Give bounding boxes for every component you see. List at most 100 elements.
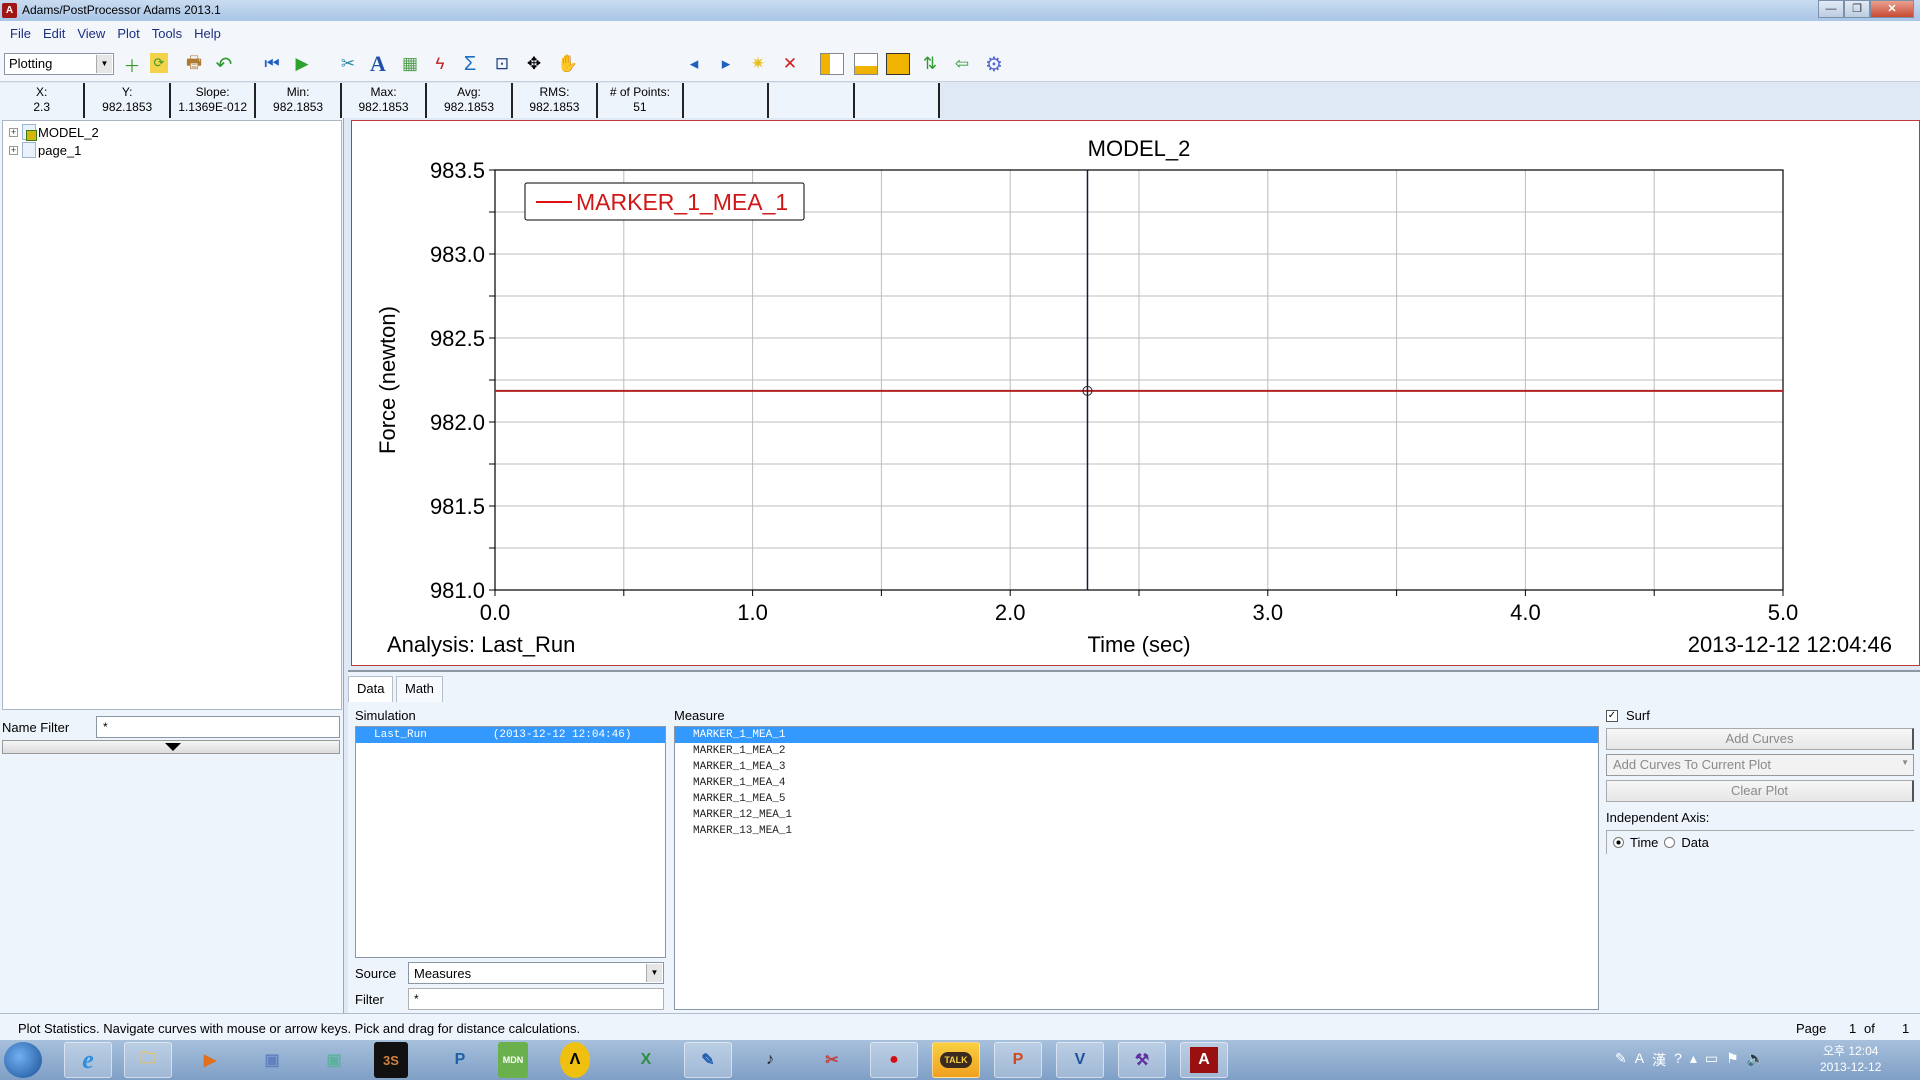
ime-icon[interactable]: ✎ [1615, 1050, 1627, 1070]
settings-gear-icon[interactable]: ⚙ [982, 53, 1006, 76]
file-explorer-icon[interactable]: 🗀 [124, 1042, 172, 1078]
mdn-app-icon[interactable]: MDN [498, 1042, 528, 1078]
expand-icon[interactable]: + [9, 145, 18, 155]
media-player-icon[interactable]: ▶ [186, 1042, 234, 1078]
powerpoint-icon[interactable]: P [994, 1042, 1042, 1078]
tree-item-model[interactable]: + MODEL_2 [9, 123, 99, 141]
print-icon[interactable]: 🖶 [182, 53, 206, 75]
delete-page-icon[interactable]: ✕ [778, 53, 802, 75]
tools-icon[interactable]: ✂ [336, 53, 360, 75]
kakaotalk-icon[interactable]: TALK [932, 1042, 980, 1078]
restore-button[interactable]: ❐ [1844, 0, 1870, 18]
name-filter-input[interactable]: * [96, 716, 340, 738]
menu-tools[interactable]: Tools [146, 26, 188, 41]
layout-full-icon[interactable] [886, 53, 910, 75]
menu-view[interactable]: View [71, 26, 111, 41]
undo-icon[interactable]: ↶ [212, 53, 236, 76]
tree-item-page[interactable]: + page_1 [9, 141, 81, 159]
pan-hand-icon[interactable]: ✋ [556, 53, 580, 75]
time-radio[interactable] [1613, 837, 1624, 848]
measure-item[interactable]: MARKER_1_MEA_3 [675, 759, 1598, 775]
menu-edit[interactable]: Edit [37, 26, 71, 41]
add-curves-button[interactable]: Add Curves [1606, 728, 1914, 750]
measure-item[interactable]: MARKER_1_MEA_4 [675, 775, 1598, 791]
recorder-app-icon[interactable]: ● [870, 1042, 918, 1078]
refresh-icon[interactable]: ⟳ [150, 53, 168, 73]
surf-checkbox-row[interactable]: ✓ Surf [1606, 708, 1650, 723]
add-mode-value: Add Curves To Current Plot [1613, 757, 1771, 772]
time-radio-label[interactable]: Time [1630, 835, 1658, 850]
tab-data[interactable]: Data [348, 676, 394, 702]
visio-icon[interactable]: V [1056, 1042, 1104, 1078]
action-center-icon[interactable]: ⚑ [1726, 1050, 1739, 1070]
excel-icon[interactable]: X [622, 1042, 670, 1078]
tool-app-icon[interactable]: ⚒ [1118, 1042, 1166, 1078]
measure-item[interactable]: MARKER_12_MEA_1 [675, 807, 1598, 823]
expand-icon[interactable]: + [9, 127, 18, 137]
add-mode-select[interactable]: Add Curves To Current Plot ▼ [1606, 754, 1914, 776]
stat-empty-3 [854, 83, 940, 118]
play-icon[interactable]: ▶ [290, 53, 314, 75]
tab-math[interactable]: Math [396, 676, 443, 702]
music-app-icon[interactable]: ♪ [746, 1042, 794, 1078]
app-window-1-icon[interactable]: ▣ [248, 1042, 296, 1078]
layout-left-icon[interactable] [820, 53, 844, 75]
swap-icon[interactable]: ⇅ [918, 53, 942, 75]
measure-item[interactable]: MARKER_1_MEA_5 [675, 791, 1598, 807]
adams-taskbar-icon[interactable]: A [1180, 1042, 1228, 1078]
menu-help[interactable]: Help [188, 26, 227, 41]
surf-checkbox[interactable]: ✓ [1606, 709, 1618, 722]
chart[interactable]: 0.0 1.0 2.0 3.0 4.0 5.0 981.0 981.5 982.0 982.5 98… [352, 121, 1920, 667]
measure-item[interactable]: MARKER_13_MEA_1 [675, 823, 1598, 839]
volume-icon[interactable]: 🔈 [1747, 1050, 1764, 1070]
text-icon[interactable]: A [366, 51, 390, 76]
rewind-icon[interactable]: ⏮ [260, 53, 284, 75]
expand-panel-button[interactable] [2, 740, 340, 754]
start-button[interactable] [4, 1042, 42, 1078]
tree-item-label: MODEL_2 [38, 124, 99, 140]
filter-input[interactable]: * [408, 988, 664, 1010]
minimize-button[interactable]: — [1818, 0, 1844, 18]
simulation-item[interactable]: Last_Run (2013-12-12 12:04:46) [356, 727, 665, 743]
next-page-icon[interactable]: ▸ [714, 53, 738, 75]
clock[interactable]: 오후 12:04 2013-12-12 [1820, 1043, 1881, 1075]
app-icon: A [2, 3, 17, 18]
curve-edit-icon[interactable]: ϟ [428, 53, 452, 75]
app-window-2-icon[interactable]: ▣ [310, 1042, 358, 1078]
language-icon[interactable]: A [1635, 1050, 1644, 1070]
p-app-icon[interactable]: P [436, 1042, 484, 1078]
name-filter-label: Name Filter [2, 720, 70, 735]
plot-area[interactable]: 0.0 1.0 2.0 3.0 4.0 5.0 981.0 981.5 982.0 982.5 98… [351, 120, 1920, 666]
hanja-icon[interactable]: 漢 [1652, 1050, 1666, 1070]
analysis-label: Analysis: Last_Run [387, 632, 575, 657]
new-page-star-icon[interactable]: ✷ [746, 53, 770, 75]
handwriting-app-icon[interactable]: ✎ [684, 1042, 732, 1078]
new-page-icon[interactable]: ＋ [120, 53, 144, 76]
measure-list[interactable]: MARKER_1_MEA_1 MARKER_1_MEA_2 MARKER_1_M… [674, 726, 1599, 1010]
data-radio[interactable] [1664, 837, 1676, 848]
source-select[interactable]: Measures ▼ [408, 962, 664, 984]
menu-plot[interactable]: Plot [111, 26, 145, 41]
table-icon[interactable]: ▦ [398, 53, 422, 75]
menu-file[interactable]: File [4, 26, 37, 41]
show-hidden-icon[interactable]: ▴ [1690, 1050, 1697, 1070]
measure-item[interactable]: MARKER_1_MEA_2 [675, 743, 1598, 759]
math-sum-icon[interactable]: Σ [458, 53, 482, 75]
snipping-app-icon[interactable]: ✂ [808, 1042, 856, 1078]
help-icon[interactable]: ? [1674, 1050, 1682, 1070]
mode-select[interactable]: Plotting ▼ [4, 53, 114, 75]
norton-app-icon[interactable]: Λ [560, 1042, 590, 1078]
prev-page-icon[interactable]: ◂ [682, 53, 706, 75]
data-radio-label[interactable]: Data [1681, 835, 1708, 850]
zoom-box-icon[interactable]: ⊡ [490, 53, 514, 75]
network-icon[interactable]: ▭ [1705, 1050, 1718, 1070]
clear-plot-button[interactable]: Clear Plot [1606, 780, 1914, 802]
close-button[interactable]: ✕ [1870, 0, 1914, 18]
simulation-list[interactable]: Last_Run (2013-12-12 12:04:46) [355, 726, 666, 958]
back-arrow-icon[interactable]: ⇦ [950, 53, 974, 75]
solidworks-icon[interactable]: 3S [374, 1042, 408, 1078]
measure-item[interactable]: MARKER_1_MEA_1 [675, 727, 1598, 743]
internet-explorer-icon[interactable]: e [64, 1042, 112, 1078]
fit-icon[interactable]: ✥ [522, 53, 546, 75]
layout-bottom-icon[interactable] [854, 53, 878, 75]
